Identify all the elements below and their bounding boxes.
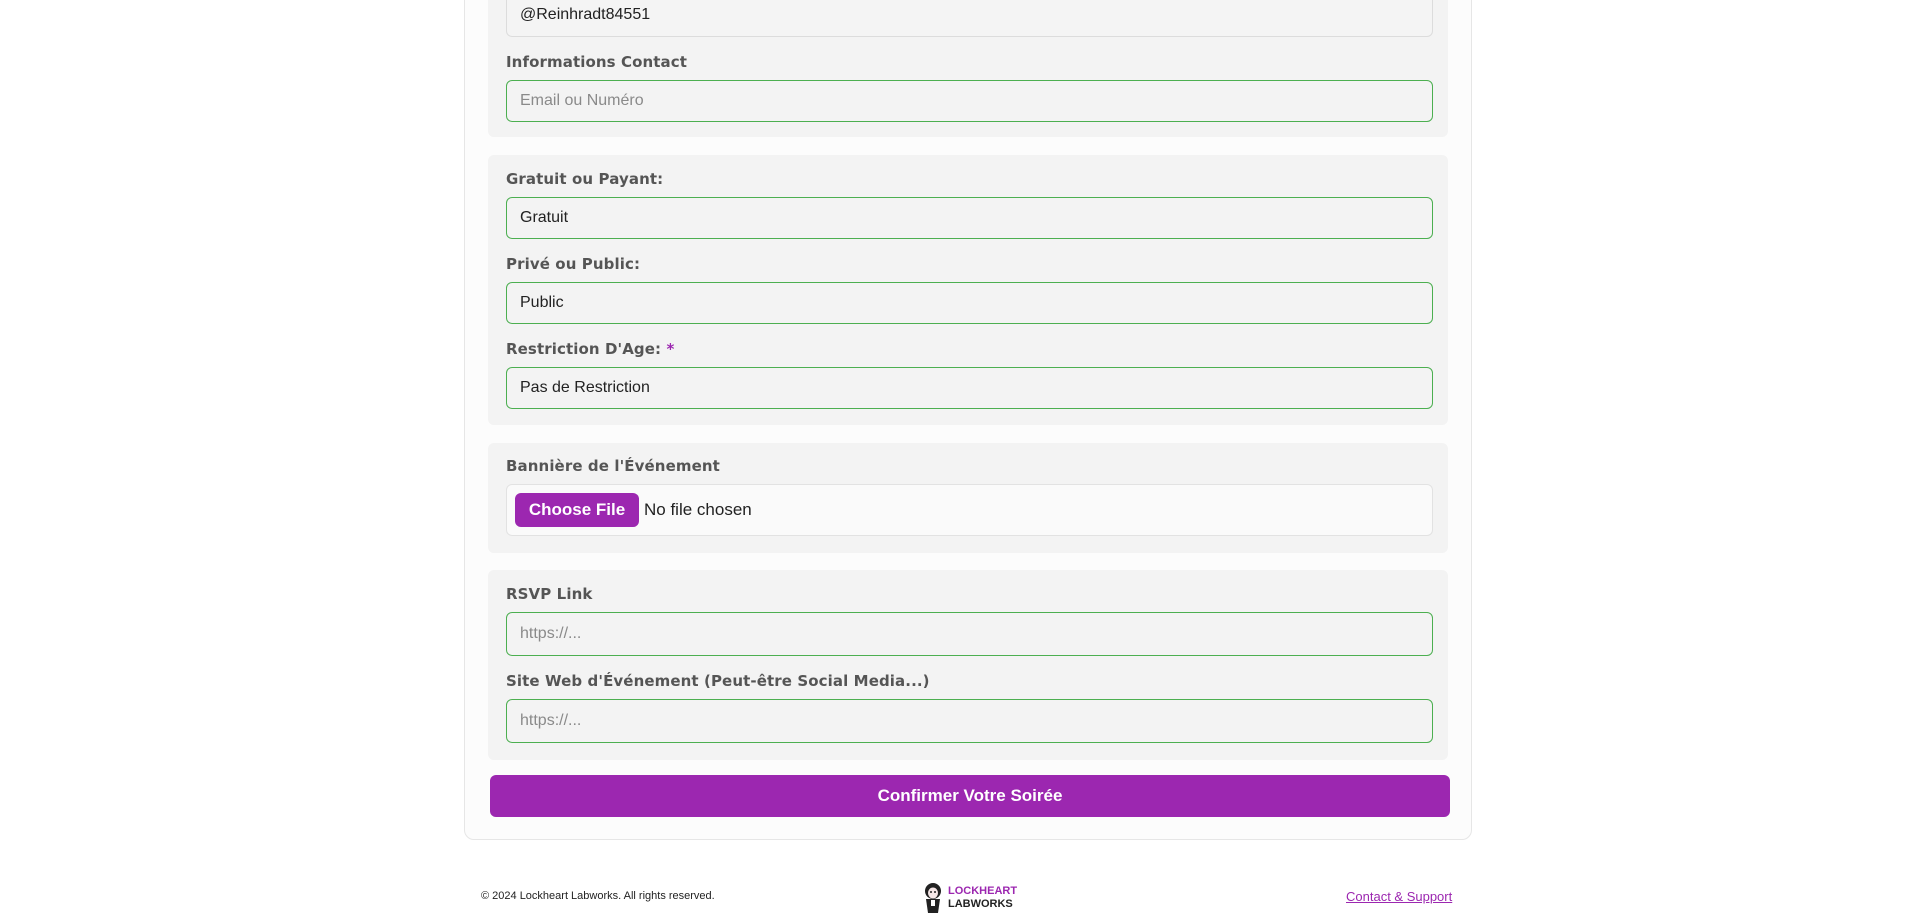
privacy-label: Privé ou Public:: [506, 255, 641, 273]
website-input[interactable]: https://...: [506, 699, 1433, 743]
confirm-event-button[interactable]: Confirmer Votre Soirée: [490, 775, 1450, 817]
age-label: Restriction D'Age: *: [506, 340, 674, 358]
username-field: @Reinhradt84551: [506, 0, 1433, 37]
price-select[interactable]: Gratuit: [506, 197, 1433, 239]
rsvp-label: RSVP Link: [506, 585, 593, 603]
contact-support-link[interactable]: Contact & Support: [1346, 889, 1452, 904]
privacy-select[interactable]: Public: [506, 282, 1433, 324]
footer-logo: LOCKHEART LABWORKS: [922, 882, 1017, 914]
contact-input[interactable]: Email ou Numéro: [506, 80, 1433, 122]
rsvp-input[interactable]: https://...: [506, 612, 1433, 656]
logo-line-2: LABWORKS: [948, 898, 1013, 910]
price-label: Gratuit ou Payant:: [506, 170, 664, 188]
footer-copyright: © 2024 Lockheart Labworks. All rights re…: [481, 890, 715, 902]
choose-file-button[interactable]: Choose File: [515, 493, 639, 527]
website-label: Site Web d'Événement (Peut-être Social M…: [506, 672, 930, 690]
contact-label: Informations Contact: [506, 53, 688, 71]
required-mark: *: [666, 340, 675, 358]
banner-label: Bannière de l'Événement: [506, 457, 720, 475]
logo-line-1: LOCKHEART: [948, 885, 1018, 897]
lockheart-mascot-icon: [925, 883, 941, 913]
age-label-text: Restriction D'Age:: [506, 340, 662, 358]
logo-wordmark: LOCKHEART LABWORKS: [948, 885, 1017, 911]
file-status-text: No file chosen: [644, 500, 752, 519]
age-select[interactable]: Pas de Restriction: [506, 367, 1433, 409]
banner-file-input[interactable]: Choose File No file chosen: [506, 484, 1433, 536]
